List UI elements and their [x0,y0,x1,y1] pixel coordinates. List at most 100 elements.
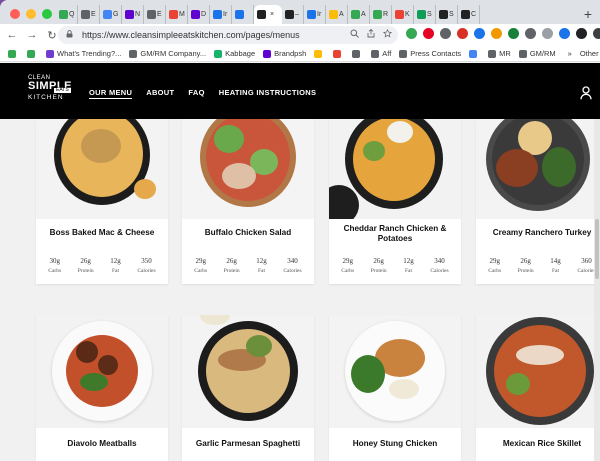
tab-title: A [339,11,344,18]
carbs-label: Carbs [194,268,208,275]
extension-grammarly-icon[interactable] [406,28,417,39]
tab-list: Q E G N E M D Ir × – Ir A A R K S S C [56,5,480,24]
browser-tab[interactable]: M [166,5,188,24]
bookmark-item[interactable]: GM/RM Company... [129,49,206,58]
address-bar[interactable]: https://www.cleansimpleeatskitchen.com/p… [58,26,398,44]
nav-link[interactable]: FAQ [188,88,204,99]
menu-card-creamy-ranchero-turkey[interactable]: Creamy Ranchero Turkey 29g Carbs 26g Prote… [476,119,600,284]
tab-favicon-icon [417,10,426,19]
extension-pinterest-icon[interactable] [423,28,434,39]
bookmark-item[interactable]: Press Contacts [399,49,461,58]
tab-favicon-icon [59,10,68,19]
meal-photo [476,315,600,428]
zoom-window-button[interactable] [42,9,52,19]
close-tab-icon[interactable]: × [270,11,274,18]
bookmark-item[interactable] [8,49,19,58]
browser-tab[interactable] [232,5,254,24]
tab-favicon-icon [461,10,470,19]
bookmark-favicon-icon [352,49,361,58]
fat-label: Fat [257,268,265,275]
extension-capture-icon[interactable] [474,28,485,39]
bookmark-item[interactable]: GM/RM [518,49,556,58]
logo-word-eats: EATS [54,87,71,93]
browser-tab[interactable]: K [392,5,414,24]
bookmark-item[interactable]: What's Trending?... [46,49,121,58]
extension-cloud-icon[interactable] [525,28,536,39]
nav-link[interactable]: OUR MENU [89,88,133,99]
tab-favicon-icon [235,10,244,19]
browser-tab[interactable]: – [282,5,304,24]
bookmark-item[interactable] [27,49,38,58]
menu-card-buffalo-chicken-salad[interactable]: Buffalo Chicken Salad 29g Carbs 26g Protei… [182,119,314,284]
browser-tab[interactable]: C [458,5,480,24]
bookmark-item[interactable] [469,49,480,58]
bookmark-item[interactable] [314,49,325,58]
extension-sheets-icon[interactable] [508,28,519,39]
browser-tab[interactable]: E [144,5,166,24]
browser-tab[interactable]: Ir [210,5,232,24]
browser-tab[interactable]: Ir [304,5,326,24]
nav-link[interactable]: HEATING INSTRUCTIONS [219,88,317,99]
browser-tab[interactable]: S [436,5,458,24]
bookmark-favicon-icon [518,49,527,58]
minimize-window-button[interactable] [26,9,36,19]
browser-tab[interactable]: A [326,5,348,24]
zoom-icon[interactable] [350,29,359,40]
bookmark-label: MR [499,49,511,58]
nav-link[interactable]: ABOUT [146,88,174,99]
menu-card-boss-baked-mac-cheese[interactable]: Boss Baked Mac & Cheese 30g Carbs 26g Prot… [36,119,168,284]
bookmark-item[interactable] [352,49,363,58]
browser-tab[interactable]: E [78,5,100,24]
meal-title: Cheddar Ranch Chicken & Potatoes [343,224,447,244]
extension-wave-icon[interactable] [457,28,468,39]
bookmark-item[interactable] [333,49,344,58]
bookmark-item[interactable]: Kabbage [214,49,255,58]
page-scrollbar[interactable] [594,119,600,461]
tab-title: Ir [223,11,228,18]
scrollbar-thumb[interactable] [595,219,599,279]
site-logo[interactable]: CLEAN SIMPLE EATS KITCHEN [28,75,72,107]
bookmark-favicon-icon [469,49,478,58]
extensions-puzzle-icon[interactable] [576,28,587,39]
menu-card-mexican-rice-skillet[interactable]: Mexican Rice Skillet [476,315,600,461]
browser-tab[interactable]: R [370,5,392,24]
extension-gear-icon[interactable] [542,28,553,39]
bookmark-item[interactable]: Brandpsh [263,49,306,58]
profile-window-icon[interactable] [593,28,600,39]
forward-button[interactable]: → [24,29,40,41]
new-tab-button[interactable]: + [584,6,592,22]
calories-value: 360 [581,257,592,266]
bookmark-item[interactable]: Aff [371,49,391,58]
bookmarks-overflow-button[interactable]: » [568,49,572,58]
macros: 30g Carbs 26g Protein 12g Fat 350 Calories [36,257,168,274]
close-window-button[interactable] [10,9,20,19]
bookmark-item[interactable]: MR [488,49,511,58]
menu-card-honey-stung-chicken[interactable]: Honey Stung Chicken [329,315,461,461]
browser-tab[interactable]: N [122,5,144,24]
calories-value: 350 [141,257,152,266]
browser-tab[interactable]: Q [56,5,78,24]
tab-title: K [405,11,410,18]
back-button[interactable]: ← [4,29,20,41]
extension-link-icon[interactable] [440,28,451,39]
tab-favicon-icon [103,10,112,19]
account-icon[interactable] [580,86,592,100]
browser-tab[interactable]: G [100,5,122,24]
extension-tag-icon[interactable] [491,28,502,39]
menu-card-cheddar-ranch-chicken-potatoes[interactable]: Cheddar Ranch Chicken & Potatoes 29g Carb… [329,119,461,284]
share-icon[interactable] [367,28,375,40]
browser-tab[interactable]: D [188,5,210,24]
tab-favicon-icon [191,10,200,19]
bookmark-star-icon[interactable] [382,28,393,40]
extension-browser-icon[interactable] [559,28,570,39]
browser-tab[interactable]: S [414,5,436,24]
url-text: https://www.cleansimpleeatskitchen.com/p… [82,30,300,40]
protein-value: 26g [520,257,531,266]
lock-icon [66,30,76,40]
browser-tab[interactable]: A [348,5,370,24]
menu-card-diavolo-meatballs[interactable]: Diavolo Meatballs [36,315,168,461]
browser-tab[interactable]: × [254,5,282,24]
calories-label: Calories [577,268,596,275]
menu-card-garlic-parmesan-spaghetti[interactable]: Garlic Parmesan Spaghetti [182,315,314,461]
other-bookmarks-folder[interactable]: Other B [580,49,600,58]
